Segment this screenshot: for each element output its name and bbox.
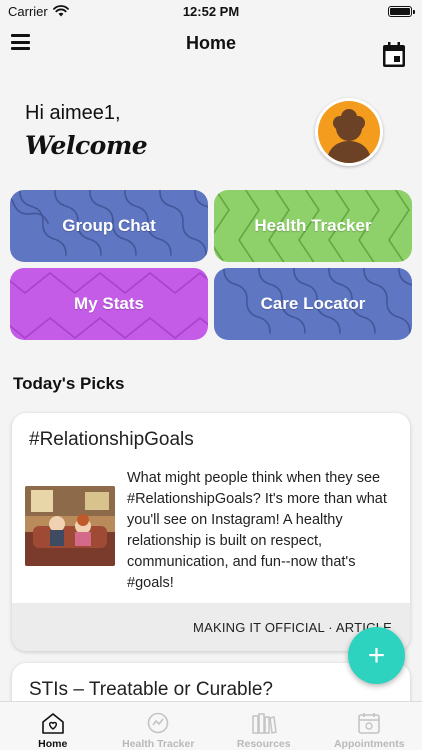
tab-health-tracker[interactable]: Health Tracker (106, 702, 212, 750)
appointments-icon (358, 713, 381, 734)
group-chat-label: Group Chat (62, 216, 156, 235)
tab-label: Home (38, 738, 68, 750)
health-tracker-icon (147, 712, 169, 734)
tab-label: Appointments (333, 738, 405, 750)
article-image (25, 486, 115, 566)
avatar-image (318, 101, 380, 163)
home-heart-icon (41, 713, 64, 734)
tab-bar: Home Health Tracker Resources Appointmen… (0, 701, 422, 750)
card-body: What might people think when they see #R… (127, 470, 387, 591)
card-title: STIs – Treatable or Curable? (29, 679, 273, 700)
my-stats-tile[interactable]: My Stats (10, 268, 208, 340)
greeting: Hi aimee1, Welcome (25, 102, 148, 160)
my-stats-label: My Stats (74, 294, 144, 313)
nav-bar: Home (0, 26, 422, 60)
tab-appointments[interactable]: Appointments (317, 702, 422, 750)
card-title: #RelationshipGoals (29, 429, 194, 450)
section-title-todays-picks: Today's Picks (13, 374, 125, 393)
greeting-welcome: Welcome (25, 131, 148, 160)
page-title: Home (185, 33, 236, 53)
status-bar: Carrier 12:52 PM (0, 0, 422, 22)
health-tracker-tile[interactable]: Health Tracker (214, 190, 412, 262)
menu-icon[interactable] (11, 34, 30, 50)
tab-label: Resources (236, 738, 291, 750)
tab-resources[interactable]: Resources (211, 702, 317, 750)
article-card[interactable]: #RelationshipGoals What might people thi… (12, 413, 410, 651)
health-tracker-label: Health Tracker (254, 216, 372, 235)
add-button[interactable]: + (348, 627, 405, 684)
tab-label: Health Tracker (122, 738, 195, 750)
battery-icon (388, 5, 415, 17)
tab-home[interactable]: Home (0, 702, 106, 750)
avatar[interactable] (315, 98, 383, 166)
care-locator-tile[interactable]: Care Locator (214, 268, 412, 340)
calendar-icon[interactable] (382, 42, 406, 68)
group-chat-tile[interactable]: Group Chat (10, 190, 208, 262)
carrier-label: Carrier (8, 3, 48, 19)
care-locator-label: Care Locator (260, 294, 366, 313)
books-icon (252, 713, 277, 734)
greeting-hi: Hi aimee1, (25, 102, 121, 124)
wifi-icon (52, 5, 69, 17)
status-left: Carrier (8, 4, 69, 19)
